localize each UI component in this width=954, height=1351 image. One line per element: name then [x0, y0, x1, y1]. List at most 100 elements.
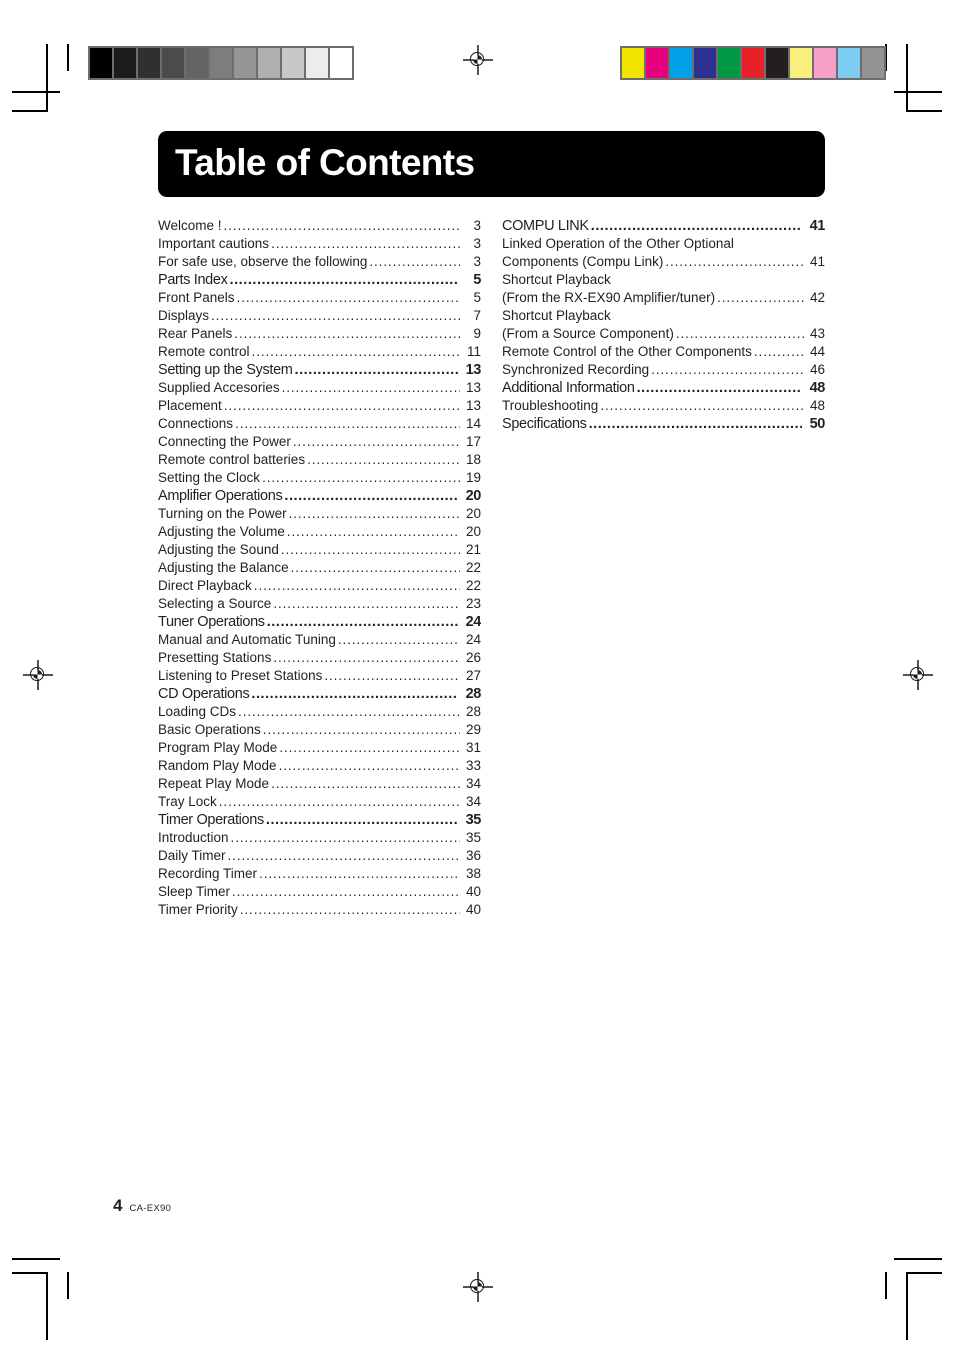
- toc-page-number: 35: [465, 812, 481, 828]
- toc-section-row[interactable]: COMPU LINK 41: [502, 217, 825, 235]
- toc-section-row[interactable]: Timer Operations 35: [158, 811, 481, 829]
- toc-entry-row[interactable]: Tray Lock 34: [158, 793, 481, 811]
- toc-entry-row[interactable]: Direct Playback 22: [158, 577, 481, 595]
- toc-entry-row[interactable]: Setting the Clock 19: [158, 469, 481, 487]
- toc-dot-leader: [284, 487, 458, 505]
- toc-entry-row[interactable]: Random Play Mode 33: [158, 757, 481, 775]
- toc-entry-row[interactable]: Adjusting the Volume 20: [158, 523, 481, 541]
- toc-entry-row[interactable]: Troubleshooting 48: [502, 397, 825, 415]
- toc-page-number: 48: [809, 380, 825, 396]
- crop-mark-bottom-right-horizontal-outer: [906, 1272, 942, 1274]
- calibration-swatch-0: [90, 48, 112, 78]
- toc-page-number: 29: [465, 722, 481, 737]
- toc-section-row[interactable]: Specifications 50: [502, 415, 825, 433]
- toc-entry-row[interactable]: Remote control batteries 18: [158, 451, 481, 469]
- toc-entry-label: Adjusting the Volume: [158, 524, 285, 539]
- toc-dot-leader: [252, 343, 460, 361]
- toc-dot-leader: [240, 901, 460, 919]
- toc-dot-leader: [279, 757, 460, 775]
- calibration-swatch-4: [718, 48, 740, 78]
- toc-entry-row[interactable]: Welcome ! 3: [158, 217, 481, 235]
- toc-entry-row[interactable]: Linked Operation of the Other Optional: [502, 235, 825, 253]
- toc-entry-label: Loading CDs: [158, 704, 237, 719]
- registration-target-top-center: [463, 45, 493, 75]
- toc-entry-row[interactable]: Daily Timer 36: [158, 847, 481, 865]
- toc-page-number: 24: [465, 614, 481, 630]
- toc-entry-row[interactable]: Selecting a Source 23: [158, 595, 481, 613]
- toc-entry-row[interactable]: Recording Timer 38: [158, 865, 481, 883]
- toc-dot-leader: [289, 505, 460, 523]
- toc-entry-row[interactable]: (From the RX-EX90 Amplifier/tuner) 42: [502, 289, 825, 307]
- toc-section-row[interactable]: Parts Index 5: [158, 271, 481, 289]
- crop-mark-bottom-right-vertical-outer: [906, 1272, 908, 1340]
- toc-page-number: 20: [465, 524, 481, 539]
- toc-dot-leader: [717, 289, 804, 307]
- toc-entry-row[interactable]: Connecting the Power 17: [158, 433, 481, 451]
- toc-entry-row[interactable]: Rear Panels 9: [158, 325, 481, 343]
- toc-entry-row[interactable]: Shortcut Playback: [502, 271, 825, 289]
- toc-entry-row[interactable]: Important cautions 3: [158, 235, 481, 253]
- toc-entry-row[interactable]: Repeat Play Mode 34: [158, 775, 481, 793]
- toc-dot-leader: [589, 415, 802, 433]
- toc-entry-row[interactable]: Front Panels 5: [158, 289, 481, 307]
- toc-entry-row[interactable]: Connections 14: [158, 415, 481, 433]
- toc-page-number: 7: [473, 308, 481, 323]
- toc-entry-row[interactable]: Presetting Stations 26: [158, 649, 481, 667]
- toc-entry-row[interactable]: Timer Priority 40: [158, 901, 481, 919]
- toc-dot-leader: [324, 667, 460, 685]
- toc-entry-row[interactable]: Adjusting the Balance 22: [158, 559, 481, 577]
- toc-dot-leader: [338, 631, 460, 649]
- toc-entry-row[interactable]: Remote Control of the Other Components 44: [502, 343, 825, 361]
- toc-entry-row[interactable]: Program Play Mode 31: [158, 739, 481, 757]
- toc-page-number: 5: [473, 290, 481, 305]
- toc-entry-label: CD Operations: [158, 686, 250, 702]
- toc-entry-label: Components (Compu Link): [502, 254, 664, 269]
- toc-page-number: 9: [473, 326, 481, 341]
- toc-page-number: 11: [466, 344, 481, 359]
- toc-entry-row[interactable]: Introduction 35: [158, 829, 481, 847]
- crop-mark-top-left-vertical-outer: [46, 44, 48, 112]
- toc-entry-row[interactable]: Turning on the Power 20: [158, 505, 481, 523]
- grayscale-calibration-bar: [88, 46, 354, 80]
- toc-entry-label: Setting up the System: [158, 362, 293, 378]
- toc-dot-leader: [271, 235, 460, 253]
- toc-entry-label: Repeat Play Mode: [158, 776, 270, 791]
- toc-entry-row[interactable]: Basic Operations 29: [158, 721, 481, 739]
- toc-entry-label: Listening to Preset Stations: [158, 668, 323, 683]
- toc-section-row[interactable]: Tuner Operations 24: [158, 613, 481, 631]
- toc-entry-row[interactable]: For safe use, observe the following 3: [158, 253, 481, 271]
- toc-section-row[interactable]: CD Operations 28: [158, 685, 481, 703]
- toc-entry-row[interactable]: Synchronized Recording 46: [502, 361, 825, 379]
- toc-entry-row[interactable]: Shortcut Playback: [502, 307, 825, 325]
- calibration-swatch-0: [622, 48, 644, 78]
- toc-entry-row[interactable]: Supplied Accesories 13: [158, 379, 481, 397]
- toc-entry-row[interactable]: Loading CDs 28: [158, 703, 481, 721]
- toc-entry-row[interactable]: (From a Source Component) 43: [502, 325, 825, 343]
- calibration-swatch-1: [646, 48, 668, 78]
- toc-entry-row[interactable]: Manual and Automatic Tuning 24: [158, 631, 481, 649]
- toc-section-row[interactable]: Additional Information 48: [502, 379, 825, 397]
- toc-entry-label: Synchronized Recording: [502, 362, 650, 377]
- toc-dot-leader: [282, 379, 460, 397]
- toc-entry-row[interactable]: Adjusting the Sound 21: [158, 541, 481, 559]
- toc-entry-label: Direct Playback: [158, 578, 252, 593]
- toc-entry-label: Selecting a Source: [158, 596, 272, 611]
- toc-entry-label: Manual and Automatic Tuning: [158, 632, 336, 647]
- toc-entry-row[interactable]: Sleep Timer 40: [158, 883, 481, 901]
- toc-page-number: 3: [473, 218, 481, 233]
- calibration-swatch-3: [694, 48, 716, 78]
- crop-mark-top-left-horizontal-outer: [12, 110, 48, 112]
- toc-entry-row[interactable]: Placement 13: [158, 397, 481, 415]
- toc-dot-leader: [251, 685, 458, 703]
- toc-entry-label: Introduction: [158, 830, 229, 845]
- toc-entry-row[interactable]: Components (Compu Link) 41: [502, 253, 825, 271]
- toc-entry-row[interactable]: Displays 7: [158, 307, 481, 325]
- toc-section-row[interactable]: Setting up the System 13: [158, 361, 481, 379]
- toc-section-row[interactable]: Amplifier Operations 20: [158, 487, 481, 505]
- toc-dot-leader: [262, 469, 460, 487]
- toc-entry-row[interactable]: Listening to Preset Stations 27: [158, 667, 481, 685]
- toc-entry-row[interactable]: Remote control 11: [158, 343, 481, 361]
- toc-dot-leader: [279, 739, 460, 757]
- toc-entry-label: Supplied Accesories: [158, 380, 280, 395]
- toc-dot-leader: [293, 433, 460, 451]
